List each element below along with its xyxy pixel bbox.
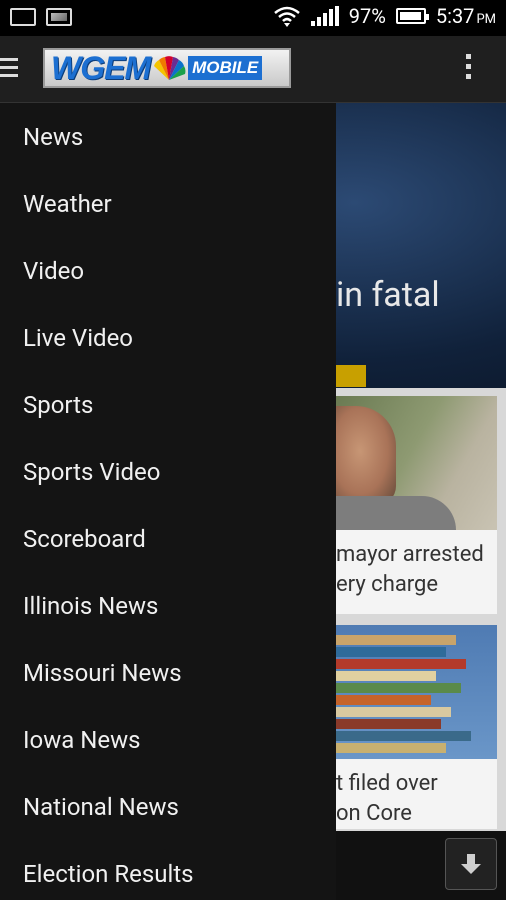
drawer-item-national-news[interactable]: National News bbox=[0, 773, 336, 840]
battery-icon bbox=[395, 8, 429, 24]
app-bar: WGEM MOBILE bbox=[0, 36, 506, 103]
signal-icon bbox=[310, 6, 339, 26]
logo-text: WGEM bbox=[51, 49, 151, 86]
story-headline: t filed over on Core bbox=[336, 771, 438, 826]
hero-title: in fatal bbox=[336, 275, 440, 315]
wifi-icon bbox=[273, 6, 300, 27]
peacock-icon bbox=[152, 56, 186, 80]
drawer-item-sports[interactable]: Sports bbox=[0, 371, 336, 438]
app-logo[interactable]: WGEM MOBILE bbox=[43, 48, 291, 88]
clock-ampm: PM bbox=[476, 12, 496, 27]
story-thumbnail bbox=[336, 396, 497, 530]
hero-accent bbox=[336, 365, 366, 387]
drawer-item-missouri-news[interactable]: Missouri News bbox=[0, 639, 336, 706]
drawer-item-video[interactable]: Video bbox=[0, 237, 336, 304]
story-card[interactable]: mayor arrested ery charge bbox=[336, 396, 497, 614]
navigation-drawer: News Weather Video Live Video Sports Spo… bbox=[0, 103, 336, 900]
clock-time: 5:37 bbox=[435, 4, 475, 28]
download-button[interactable] bbox=[445, 838, 497, 890]
drawer-item-news[interactable]: News bbox=[0, 103, 336, 170]
arrow-down-icon bbox=[461, 854, 481, 874]
overflow-menu-icon[interactable] bbox=[466, 54, 472, 84]
battery-percent: 97% bbox=[348, 4, 386, 28]
drawer-item-iowa-news[interactable]: Iowa News bbox=[0, 706, 336, 773]
drawer-item-live-video[interactable]: Live Video bbox=[0, 304, 336, 371]
drawer-item-illinois-news[interactable]: Illinois News bbox=[0, 572, 336, 639]
story-headline: mayor arrested ery charge bbox=[336, 542, 484, 597]
drawer-item-election-results[interactable]: Election Results bbox=[0, 840, 336, 900]
image-notification-icon bbox=[46, 8, 72, 26]
story-card[interactable]: t filed over on Core bbox=[336, 625, 497, 829]
drawer-item-scoreboard[interactable]: Scoreboard bbox=[0, 505, 336, 572]
notification-icon bbox=[10, 8, 36, 26]
story-thumbnail bbox=[336, 625, 497, 759]
menu-icon[interactable] bbox=[0, 58, 18, 78]
logo-suffix: MOBILE bbox=[188, 56, 263, 80]
status-bar: 97% 5:37 PM bbox=[0, 0, 506, 36]
drawer-item-sports-video[interactable]: Sports Video bbox=[0, 438, 336, 505]
drawer-item-weather[interactable]: Weather bbox=[0, 170, 336, 237]
